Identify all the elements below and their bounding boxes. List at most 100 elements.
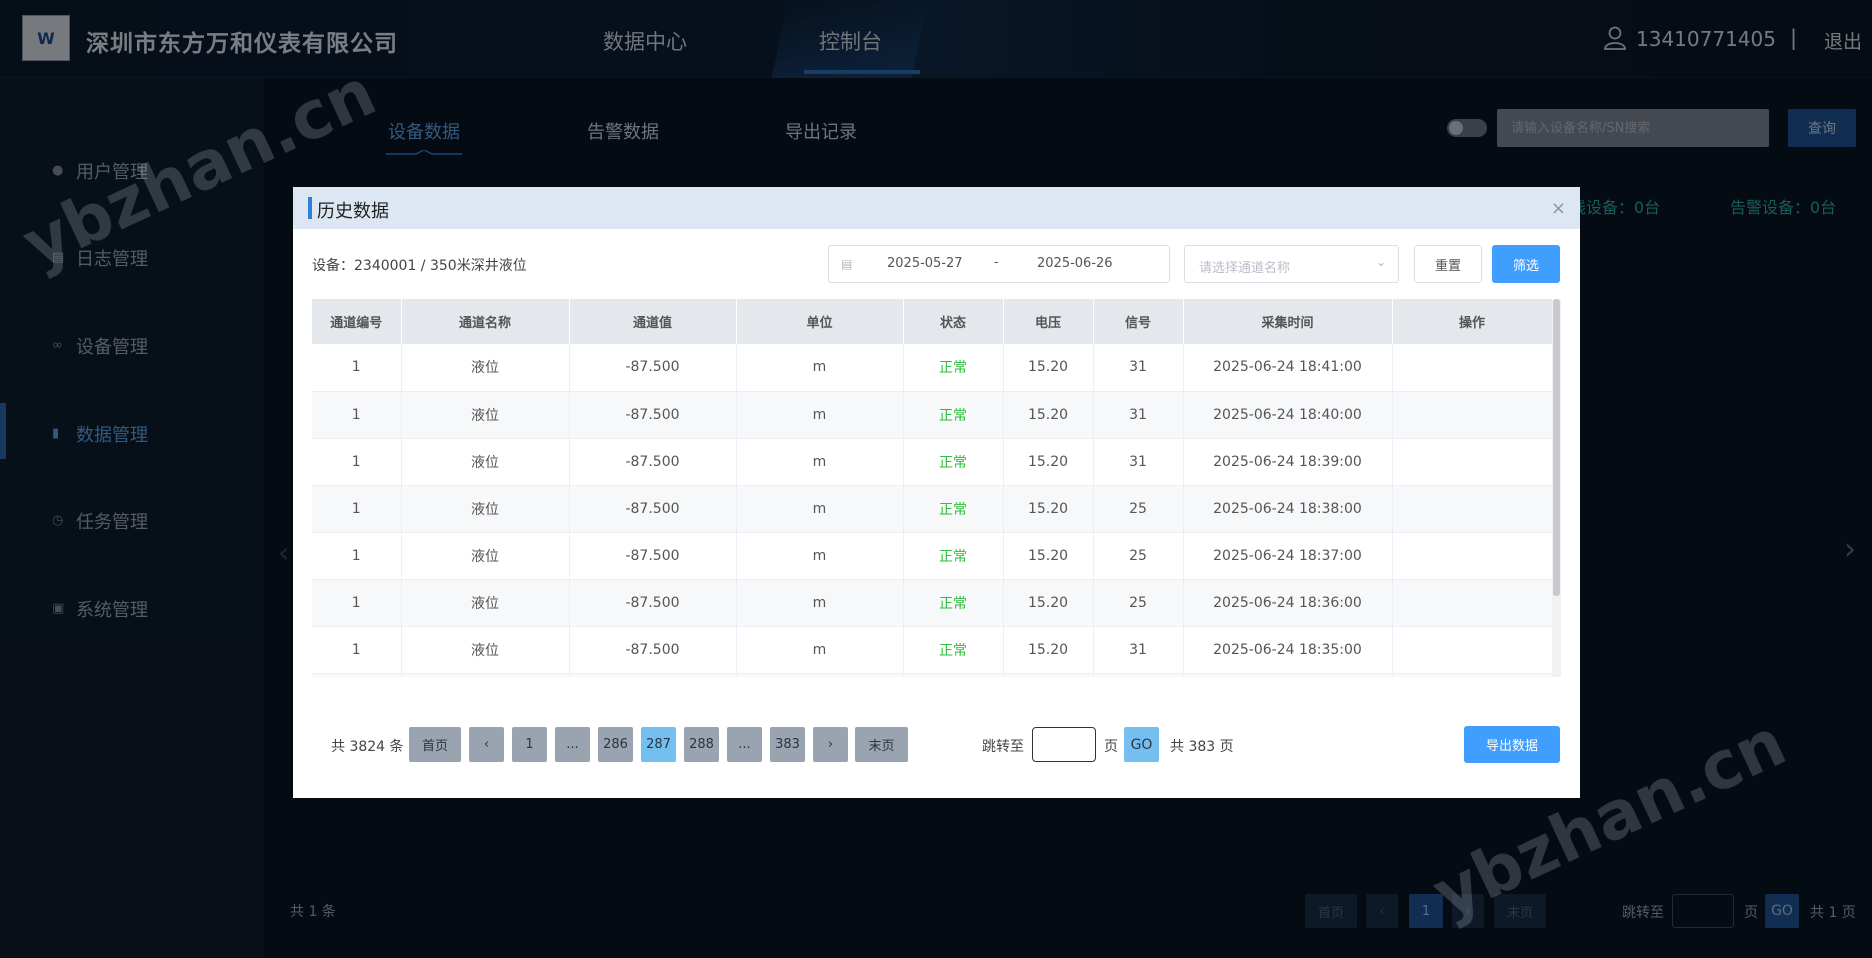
collect-time-cell: 2025-06-24 18:35:00 xyxy=(1183,626,1393,674)
column-header: 电压 xyxy=(1003,299,1094,344)
channel-value-cell: -87.500 xyxy=(569,532,737,580)
channel-name-cell: 液位 xyxy=(401,391,570,439)
collect-time-cell: 2025-06-24 18:41:00 xyxy=(1183,344,1393,392)
unit-cell: m xyxy=(736,391,904,439)
total-count: 共 3824 条 xyxy=(331,739,404,755)
column-header: 信号 xyxy=(1093,299,1184,344)
table-row: 1 液位 -87.500 m 正常 15.20 31 2025-06-24 18… xyxy=(312,391,1553,439)
action-cell xyxy=(1392,438,1553,486)
status-cell: 正常 xyxy=(903,579,1004,627)
voltage-cell: 15.20 xyxy=(1003,485,1094,533)
voltage-cell: 15.20 xyxy=(1003,344,1094,392)
unit-cell: m xyxy=(736,485,904,533)
channel-select-placeholder: 请选择通道名称 xyxy=(1199,261,1291,276)
table-row: 1 液位 -87.500 m 正常 15.20 31 2025-06-24 18… xyxy=(312,438,1553,486)
column-header: 单位 xyxy=(736,299,904,344)
table-row: 1 液位 -87.500 m 正常 15.20 25 2025-06-24 18… xyxy=(312,485,1553,533)
page-button-current[interactable]: 287 xyxy=(641,727,676,762)
channel-no-cell: 1 xyxy=(312,532,402,580)
channel-value-cell: -87.500 xyxy=(569,579,737,627)
channel-select[interactable]: 请选择通道名称 ⌄ xyxy=(1184,245,1399,283)
channel-value-cell: -87.500 xyxy=(569,391,737,439)
end-date[interactable]: 2025-06-26 xyxy=(1037,256,1113,271)
collect-time-cell: 2025-06-24 18:36:00 xyxy=(1183,579,1393,627)
page-ellipsis[interactable]: ... xyxy=(727,727,762,762)
channel-no-cell: 1 xyxy=(312,485,402,533)
channel-no-cell: 1 xyxy=(312,344,402,392)
date-separator: - xyxy=(994,255,999,270)
channel-no-cell: 1 xyxy=(312,579,402,627)
table-scrollbar[interactable] xyxy=(1552,299,1561,677)
voltage-cell: 15.20 xyxy=(1003,391,1094,439)
status-cell: 正常 xyxy=(903,532,1004,580)
go-button[interactable]: GO xyxy=(1124,727,1159,762)
status-cell: 正常 xyxy=(903,485,1004,533)
signal-cell: 25 xyxy=(1093,532,1184,580)
channel-value-cell: -87.500 xyxy=(569,344,737,392)
table-row: 1 液位 -87.500 m 正常 15.20 25 2025-06-24 18… xyxy=(312,532,1553,580)
unit-cell: m xyxy=(736,532,904,580)
channel-name-cell: 液位 xyxy=(401,485,570,533)
table-row: 1 液位 -87.500 m 正常 15.20 31 2025-06-24 18… xyxy=(312,626,1553,674)
channel-name-cell: 液位 xyxy=(401,344,570,392)
unit-cell: m xyxy=(736,626,904,674)
signal-cell: 31 xyxy=(1093,344,1184,392)
table-row: 1 液位 -87.500 m 正常 15.20 31 2025-06-24 18… xyxy=(312,344,1553,392)
channel-no-cell: 1 xyxy=(312,626,402,674)
next-page-button[interactable]: › xyxy=(813,727,848,762)
voltage-cell: 15.20 xyxy=(1003,438,1094,486)
dialog-title: 历史数据 xyxy=(317,201,389,222)
page-button[interactable]: 286 xyxy=(598,727,633,762)
scrollbar-thumb[interactable] xyxy=(1553,299,1560,596)
action-cell xyxy=(1392,485,1553,533)
action-cell xyxy=(1392,344,1553,392)
export-data-button[interactable]: 导出数据 xyxy=(1464,726,1560,763)
total-pages: 共 383 页 xyxy=(1170,739,1234,755)
status-cell: 正常 xyxy=(903,626,1004,674)
channel-value-cell: -87.500 xyxy=(569,485,737,533)
history-table: 通道编号 通道名称 通道值 单位 状态 电压 信号 采集时间 操作 1 液位 -… xyxy=(312,299,1561,677)
voltage-cell: 15.20 xyxy=(1003,626,1094,674)
status-cell: 正常 xyxy=(903,344,1004,392)
filter-button[interactable]: 筛选 xyxy=(1492,245,1560,283)
channel-name-cell: 液位 xyxy=(401,579,570,627)
history-data-dialog: 历史数据 × 设备：2340001 / 350米深井液位 ▤ 2025-05-2… xyxy=(293,187,1580,798)
page-button[interactable]: 1 xyxy=(512,727,547,762)
page-ellipsis[interactable]: ... xyxy=(555,727,590,762)
signal-cell: 31 xyxy=(1093,391,1184,439)
page-button[interactable]: 288 xyxy=(684,727,719,762)
channel-no-cell: 1 xyxy=(312,438,402,486)
page-button[interactable]: 383 xyxy=(770,727,805,762)
column-header: 操作 xyxy=(1392,299,1553,344)
status-cell: 正常 xyxy=(903,438,1004,486)
channel-value-cell: -87.500 xyxy=(569,438,737,486)
start-date[interactable]: 2025-05-27 xyxy=(887,256,963,271)
last-page-button[interactable]: 末页 xyxy=(855,727,908,762)
unit-cell: m xyxy=(736,579,904,627)
action-cell xyxy=(1392,579,1553,627)
collect-time-cell: 2025-06-24 18:39:00 xyxy=(1183,438,1393,486)
channel-name-cell: 液位 xyxy=(401,438,570,486)
calendar-icon: ▤ xyxy=(841,257,853,271)
prev-page-button[interactable]: ‹ xyxy=(469,727,504,762)
jump-label: 跳转至 xyxy=(982,739,1024,755)
signal-cell: 31 xyxy=(1093,438,1184,486)
table-header-row: 通道编号 通道名称 通道值 单位 状态 电压 信号 采集时间 操作 xyxy=(312,299,1553,344)
page-unit-label: 页 xyxy=(1104,739,1118,755)
close-icon[interactable]: × xyxy=(1551,198,1566,219)
column-header: 通道名称 xyxy=(401,299,570,344)
jump-page-input[interactable] xyxy=(1032,727,1096,762)
column-header: 状态 xyxy=(903,299,1004,344)
unit-cell: m xyxy=(736,344,904,392)
signal-cell: 25 xyxy=(1093,579,1184,627)
first-page-button[interactable]: 首页 xyxy=(409,727,461,762)
collect-time-cell: 2025-06-24 18:40:00 xyxy=(1183,391,1393,439)
title-accent-bar xyxy=(308,197,312,219)
signal-cell: 31 xyxy=(1093,626,1184,674)
voltage-cell: 15.20 xyxy=(1003,579,1094,627)
reset-button[interactable]: 重置 xyxy=(1414,245,1482,283)
date-range-picker[interactable]: ▤ 2025-05-27 - 2025-06-26 xyxy=(828,245,1170,283)
channel-name-cell: 液位 xyxy=(401,532,570,580)
column-header: 采集时间 xyxy=(1183,299,1393,344)
signal-cell: 25 xyxy=(1093,485,1184,533)
